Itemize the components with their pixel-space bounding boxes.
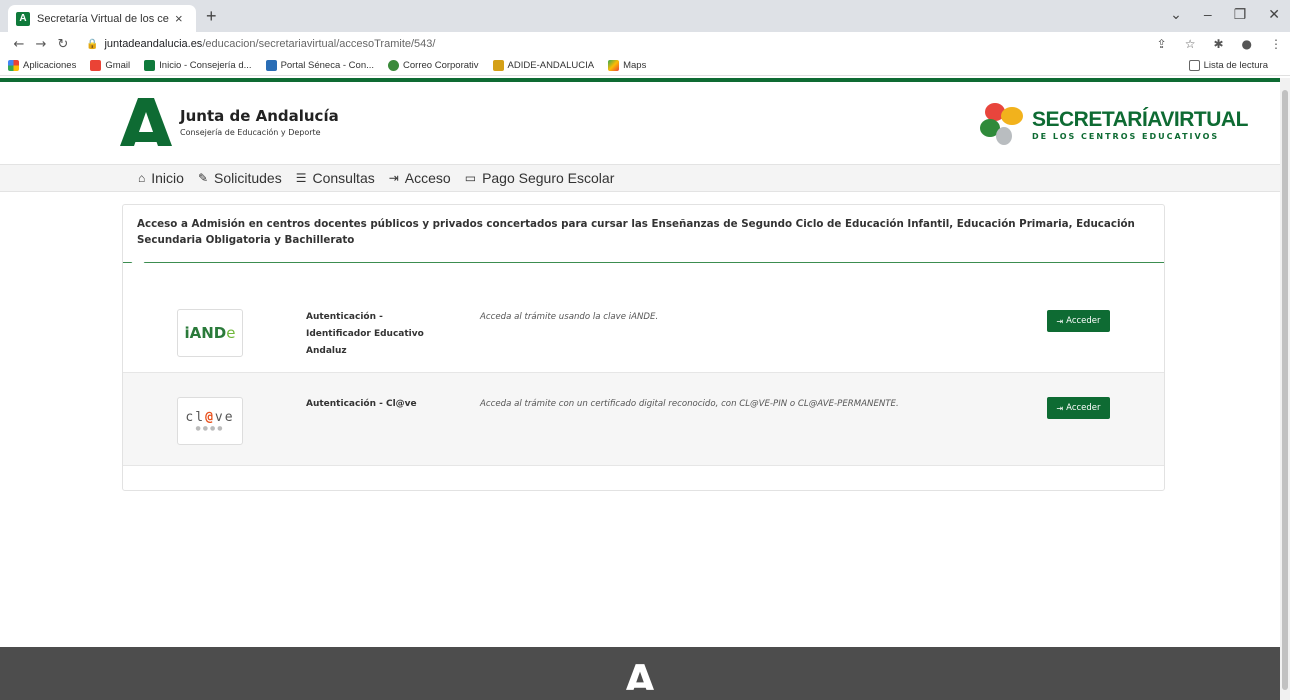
list-icon: ☰ xyxy=(295,171,307,185)
auth-description: Acceda al trámite usando la clave iANDE. xyxy=(480,312,659,322)
page: Junta de Andalucía Consejería de Educaci… xyxy=(0,78,1280,700)
bookmark-consejeria[interactable]: Inicio - Consejería d... xyxy=(144,60,252,71)
back-icon[interactable]: ← xyxy=(8,37,30,52)
main-nav: ⌂ Inicio ✎ Solicitudes ☰ Consultas ⇥ Acceso … xyxy=(0,164,1280,192)
url-path: /educacion/secretariavirtual/accesoTrami… xyxy=(202,38,436,50)
nav-solicitudes[interactable]: ✎ Solicitudes xyxy=(198,170,282,186)
lock-icon[interactable]: 🔒 xyxy=(86,39,98,50)
sv-subtitle: DE LOS CENTROS EDUCATIVOS xyxy=(1032,131,1220,141)
menu-icon[interactable]: ⋮ xyxy=(1270,37,1282,51)
address-bar: ← → ↻ 🔒 juntadeandalucia.es/educacion/se… xyxy=(0,32,1290,56)
reading-list[interactable]: Lista de lectura xyxy=(1188,60,1268,71)
acceder-iande-button[interactable]: ⇥ Acceder xyxy=(1047,310,1110,332)
pencil-icon: ✎ xyxy=(197,171,208,185)
auth-row-clave: cl@ve ●●●● Autenticación - Cl@ve Acceda … xyxy=(123,373,1164,466)
home-icon: ⌂ xyxy=(138,171,146,185)
bookmark-gmail[interactable]: Gmail xyxy=(90,60,130,71)
site-footer xyxy=(0,647,1280,700)
junta-footer-logo-icon xyxy=(626,664,654,690)
gmail-icon xyxy=(90,60,102,71)
iande-logo: iANDe xyxy=(177,309,243,357)
junta-a-icon xyxy=(120,98,172,146)
page-scrollbar[interactable] xyxy=(1280,78,1290,700)
sv-title-a: SECRETARÍA xyxy=(1032,107,1161,131)
acceder-clave-button[interactable]: ⇥ Acceder xyxy=(1047,397,1110,419)
browser-tabbar: A Secretaría Virtual de los centros × + … xyxy=(0,0,1290,32)
bookmarks-bar: Aplicaciones Gmail Inicio - Consejería d… xyxy=(0,56,1290,76)
auth-row-iande: iANDe Autenticación - Identificador Educ… xyxy=(123,263,1164,373)
new-tab-button[interactable]: + xyxy=(206,6,217,27)
bookmark-star-icon[interactable]: ☆ xyxy=(1185,37,1196,51)
url-field[interactable]: juntadeandalucia.es/educacion/secretaria… xyxy=(104,38,435,50)
bookmark-correo[interactable]: Correo Corporativ xyxy=(388,60,479,71)
nav-inicio[interactable]: ⌂ Inicio xyxy=(138,170,184,186)
forward-icon[interactable]: → xyxy=(30,37,52,52)
close-tab-icon[interactable]: × xyxy=(175,11,183,26)
clave-dots: ●●●● xyxy=(195,425,225,432)
auth-description: Acceda al trámite con un certificado dig… xyxy=(480,399,899,409)
correo-icon xyxy=(388,60,400,71)
browser-tab[interactable]: A Secretaría Virtual de los centros × xyxy=(8,5,196,32)
share-icon[interactable]: ⇪ xyxy=(1157,37,1167,51)
extensions-icon[interactable]: ✱ xyxy=(1213,37,1223,51)
bookmark-adide[interactable]: ADIDE-ANDALUCIA xyxy=(492,60,594,71)
junta-favicon-icon xyxy=(144,60,156,71)
org-subtitle: Consejería de Educación y Deporte xyxy=(180,128,321,137)
maps-icon xyxy=(608,60,620,71)
credit-card-icon: ▭ xyxy=(464,171,477,185)
profile-icon[interactable]: ● xyxy=(1242,37,1252,51)
bookmark-maps[interactable]: Maps xyxy=(608,60,646,71)
bookmark-seneca[interactable]: Portal Séneca - Con... xyxy=(265,60,374,71)
access-panel: Acceso a Admisión en centros docentes pú… xyxy=(122,204,1165,491)
nav-pago[interactable]: ▭ Pago Seguro Escolar xyxy=(465,170,615,186)
clave-logo: cl@ve ●●●● xyxy=(177,397,243,445)
org-title: Junta de Andalucía xyxy=(180,107,339,125)
scrollbar-thumb[interactable] xyxy=(1282,90,1288,690)
secretaria-petals-icon xyxy=(980,103,1023,145)
auth-name: Autenticación - Identificador Educativo … xyxy=(306,312,424,356)
nav-consultas[interactable]: ☰ Consultas xyxy=(296,170,375,186)
secretaria-virtual-logo[interactable]: SECRETARÍAVIRTUAL DE LOS CENTROS EDUCATI… xyxy=(978,100,1248,148)
close-window-icon[interactable]: ✕ xyxy=(1268,6,1280,23)
reading-list-icon xyxy=(1188,60,1200,71)
apps-grid-icon xyxy=(8,60,19,71)
panel-title: Acceso a Admisión en centros docentes pú… xyxy=(137,218,1135,246)
auth-name: Autenticación - Cl@ve xyxy=(306,399,417,409)
restore-icon[interactable]: ❐ xyxy=(1234,6,1247,23)
tab-title: Secretaría Virtual de los centros xyxy=(37,12,169,25)
nav-acceso[interactable]: ⇥ Acceso xyxy=(389,170,451,186)
adide-icon xyxy=(492,60,504,71)
sv-title-b: VIRTUAL xyxy=(1160,107,1248,131)
sign-in-icon: ⇥ xyxy=(1056,403,1064,413)
site-header: Junta de Andalucía Consejería de Educaci… xyxy=(0,82,1280,164)
bookmark-apps[interactable]: Aplicaciones xyxy=(8,60,76,71)
junta-logo[interactable]: Junta de Andalucía Consejería de Educaci… xyxy=(120,96,339,148)
panel-header: Acceso a Admisión en centros docentes pú… xyxy=(123,205,1164,271)
minimize-icon[interactable]: – xyxy=(1204,6,1212,23)
url-host: juntadeandalucia.es xyxy=(104,38,203,50)
reload-icon[interactable]: ↻ xyxy=(52,37,74,52)
window-controls: ⌄ – ❐ ✕ xyxy=(1170,6,1280,23)
junta-favicon-icon: A xyxy=(16,11,30,26)
seneca-icon xyxy=(265,60,277,71)
sign-in-icon: ⇥ xyxy=(1056,316,1064,326)
tab-search-icon[interactable]: ⌄ xyxy=(1170,6,1182,23)
sign-in-icon: ⇥ xyxy=(388,171,399,185)
